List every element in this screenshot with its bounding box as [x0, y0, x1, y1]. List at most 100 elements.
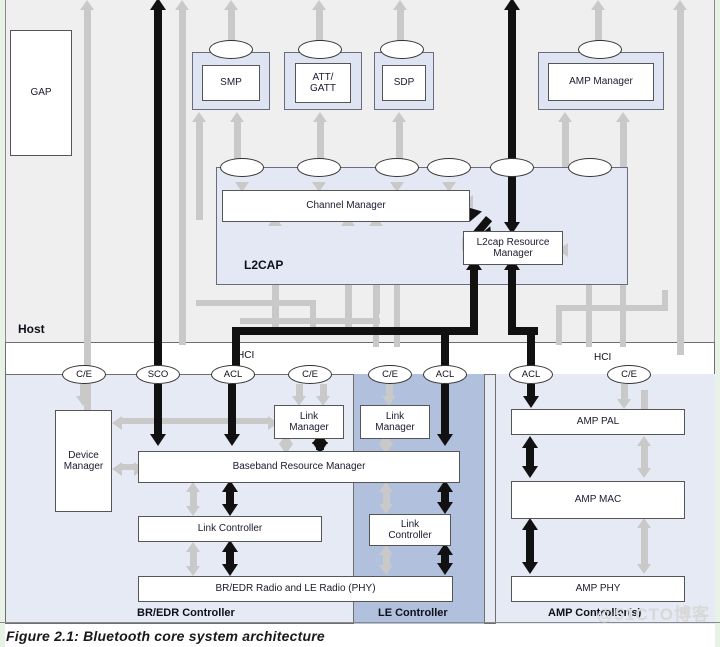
radio-phy-box: BR/EDR Radio and LE Radio (PHY) [138, 576, 453, 602]
amp-manager-box: AMP Manager [548, 63, 654, 101]
black-trunk-acl-top [508, 8, 516, 226]
device-manager-label: Device Manager [63, 449, 104, 473]
sap-label: C/E [76, 369, 92, 380]
black-l2rm-down-2 [508, 265, 516, 327]
grey-elbow-h-2 [240, 318, 380, 324]
sap-hci-acl-2[interactable]: ACL [423, 365, 467, 384]
grey-arrowhead-ce-devmgr [76, 396, 90, 406]
hci-label-right: HCI [594, 352, 612, 363]
amp-mac-box: AMP MAC [511, 481, 685, 519]
device-manager-box: Device Manager [55, 410, 112, 512]
grey-trunk-ce-left [84, 10, 91, 410]
black-arrowhead-ampmac-up [522, 518, 538, 530]
grey-elbow-v-3 [662, 290, 668, 310]
amp-phy-label: AMP PHY [575, 583, 621, 595]
gap-label: GAP [30, 87, 52, 99]
black-arrowhead-amppal-up [522, 436, 538, 448]
channel-manager-label: Channel Manager [306, 200, 386, 212]
grey-elbow-v-2 [556, 305, 562, 345]
bredr-link-manager-label: Link Manager [289, 410, 329, 434]
black-arrowhead-up-sco [150, 0, 166, 10]
grey-arrowhead-ampphy-dn [637, 564, 651, 574]
radio-phy-label: BR/EDR Radio and LE Radio (PHY) [215, 583, 376, 595]
amp-pal-box: AMP PAL [511, 409, 685, 435]
black-l2rm-down-1 [470, 265, 478, 335]
sap-label: ACL [521, 369, 541, 380]
grey-arrowhead-ce4-amppal [617, 399, 631, 409]
grey-ampmac-phy [641, 524, 648, 568]
bredr-controller-title: BR/EDR Controller [137, 607, 235, 619]
black-arrowhead-acl2-baseband [437, 434, 453, 446]
sap-hci-acl-3[interactable]: ACL [509, 365, 553, 384]
grey-arrowhead-riser-smp [192, 112, 206, 122]
amp-pal-label: AMP PAL [576, 416, 620, 428]
black-hci-drop-acl-mid [441, 334, 449, 368]
sap-hci-ce-2[interactable]: C/E [288, 365, 332, 384]
grey-arrowhead-riser-att [313, 112, 327, 122]
black-acl2-baseband [441, 384, 449, 436]
bredr-link-controller-box: Link Controller [138, 516, 322, 542]
grey-arrowhead-riser-smp2 [230, 112, 244, 122]
black-arrowhead-acl1-baseband [224, 434, 240, 446]
sap-label: C/E [382, 369, 398, 380]
grey-trunk-far-right [677, 10, 684, 355]
baseband-resource-manager-label: Baseband Resource Manager [232, 461, 366, 473]
le-link-manager-label: Link Manager [375, 410, 415, 434]
grey-arrowhead-bb-lc-le-up [379, 482, 393, 492]
sap-l2cap-6 [568, 158, 612, 177]
watermark: @51CTO博客 [596, 605, 710, 624]
black-arrowhead-sco-baseband [150, 434, 166, 446]
grey-arrowhead-devmgr-left [112, 416, 122, 430]
host-label: Host [18, 322, 45, 336]
grey-trunk-2 [179, 10, 186, 345]
grey-arrowhead-lc-radio-dn [186, 566, 200, 576]
l2cap-resource-manager-box: L2cap Resource Manager [463, 231, 563, 265]
baseband-resource-manager-box: Baseband Resource Manager [138, 451, 460, 483]
black-hci-drop-acl-left [232, 327, 240, 367]
sdp-box: SDP [382, 65, 426, 101]
grey-arrowhead-bb-lc-le-dn [379, 504, 393, 514]
sap-l2cap-4 [427, 158, 471, 177]
sap-l2cap-2 [297, 158, 341, 177]
black-arrowhead-ampphy-dn [522, 562, 538, 574]
page-edge-tint-right [715, 0, 720, 647]
grey-elbow-v-7 [394, 285, 400, 347]
figure-caption: Figure 2.1: Bluetooth core system archit… [6, 628, 325, 644]
smp-label: SMP [220, 77, 242, 89]
black-hci-drop-acl-right [527, 327, 535, 367]
black-acl1-baseband [228, 384, 236, 436]
le-link-controller-label: Link Controller [388, 518, 432, 542]
grey-arrowhead-ampmac-up [637, 518, 651, 528]
grey-arrowhead-amppal-up [637, 436, 651, 446]
grey-arrowhead-bb-lc-up [186, 482, 200, 492]
sap-l2cap-1 [220, 158, 264, 177]
grey-riser-smp [196, 120, 203, 220]
le-controller-title: LE Controller [378, 607, 448, 619]
sap-l2cap-5 [490, 158, 534, 177]
sap-hci-ce-4[interactable]: C/E [607, 365, 651, 384]
grey-arrowhead-devmgr-bb-left [112, 462, 122, 476]
black-arrowhead-bb-lc-dn [222, 504, 238, 516]
black-arrowhead-acl3-amppal [523, 396, 539, 408]
sap-sdp [380, 40, 424, 59]
amp-manager-label: AMP Manager [569, 76, 633, 88]
grey-arrowhead-up-att [312, 0, 326, 10]
grey-arrowhead-up-right [673, 0, 687, 10]
sap-hci-acl-1[interactable]: ACL [211, 365, 255, 384]
figure-canvas: GAP SMP ATT/ GATT SDP AMP Manager L2CAP … [0, 0, 720, 647]
grey-arrowhead-up-1 [80, 0, 94, 10]
grey-arrowhead-ampmac-dn [637, 468, 651, 478]
l2cap-title: L2CAP [244, 258, 284, 272]
black-arrowhead-bb-lc-le-dn [437, 502, 453, 514]
channel-manager-box: Channel Manager [222, 190, 470, 222]
sap-hci-ce-1[interactable]: C/E [62, 365, 106, 384]
bredr-link-controller-label: Link Controller [197, 523, 263, 535]
amp-phy-box: AMP PHY [511, 576, 685, 602]
grey-arrowhead-riser-sdp [392, 112, 406, 122]
grey-arrowhead-lc-radio-le-up [379, 545, 393, 555]
sap-hci-sco[interactable]: SCO [136, 365, 180, 384]
sap-hci-ce-3[interactable]: C/E [368, 365, 412, 384]
smp-box: SMP [202, 65, 260, 101]
black-arrowhead-ampmac-dn [522, 466, 538, 478]
grey-elbow-v-5 [586, 285, 592, 347]
